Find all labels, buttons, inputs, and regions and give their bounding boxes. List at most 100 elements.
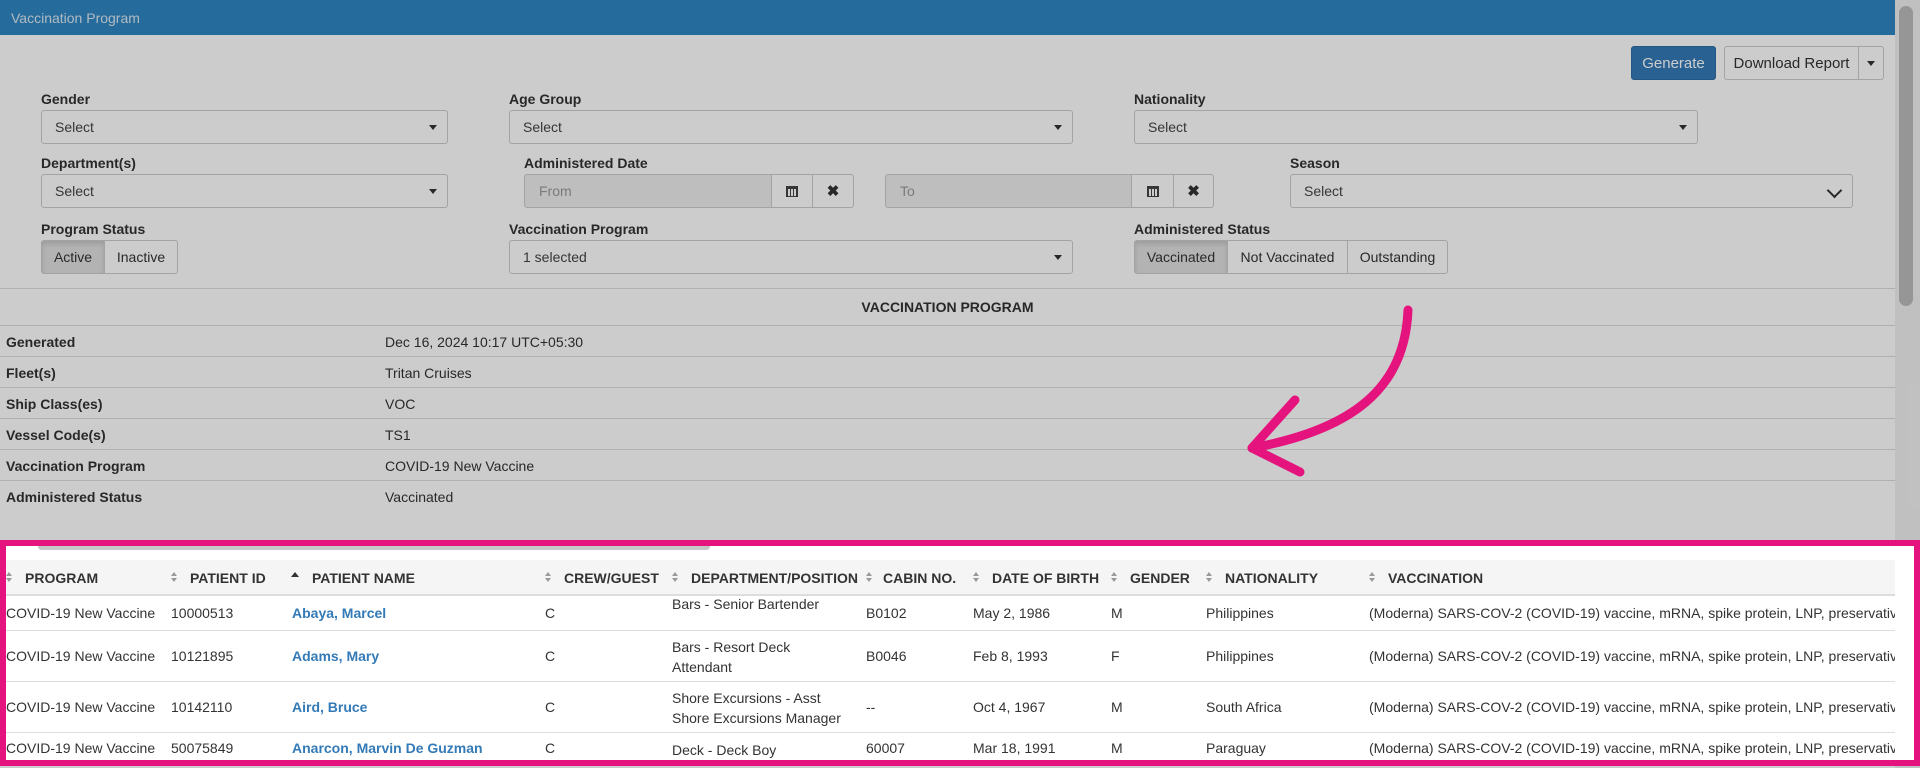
calendar-icon [1146, 185, 1159, 197]
table-row: COVID-19 New Vaccine 50075849 Anarcon, Mar… [6, 733, 1895, 760]
administered-status-not-vaccinated[interactable]: Not Vaccinated [1227, 240, 1348, 274]
date-from-clear-button[interactable]: ✖ [812, 174, 854, 208]
date-to-calendar-button[interactable] [1131, 174, 1174, 208]
info-value: COVID-19 New Vaccine [385, 458, 535, 474]
info-row: Administered Status Vaccinated [0, 480, 1895, 511]
caret-down-icon [429, 189, 437, 194]
administered-status-label: Administered Status [1134, 221, 1271, 237]
sort-icon[interactable] [545, 572, 551, 583]
table-row: COVID-19 New Vaccine 10000513 Abaya, Marce… [6, 596, 1895, 631]
column-header-nationality[interactable]: NATIONALITY [1225, 570, 1318, 586]
cell-nationality: Paraguay [1206, 740, 1266, 756]
info-row: Vaccination Program COVID-19 New Vaccine [0, 449, 1895, 480]
date-to-clear-button[interactable]: ✖ [1173, 174, 1214, 208]
season-select[interactable]: Select [1290, 174, 1853, 208]
scrollbar-thumb[interactable] [38, 546, 710, 550]
cell-program: COVID-19 New Vaccine [6, 699, 156, 715]
vaccination-program-select-value: 1 selected [523, 249, 587, 265]
cell-nationality: Philippines [1206, 605, 1274, 621]
cell-patient-name: Abaya, Marcel [292, 605, 386, 621]
scrollbar-thumb[interactable] [1899, 6, 1913, 306]
info-value: Tritan Cruises [385, 365, 472, 381]
cell-gender: M [1111, 740, 1123, 756]
column-header-program[interactable]: PROGRAM [25, 570, 98, 586]
highlight-box: PROGRAM PATIENT ID PATIENT NAME CREW/GUE… [0, 540, 1920, 766]
info-label: Ship Class(es) [6, 396, 103, 412]
calendar-icon [786, 185, 798, 197]
cell-vaccination: (Moderna) SARS-COV-2 (COVID-19) vaccine,… [1369, 740, 1895, 756]
cell-dob: May 2, 1986 [973, 605, 1051, 621]
info-label: Vessel Code(s) [6, 427, 106, 443]
title-bar: Vaccination Program [0, 0, 1895, 35]
administered-status-vaccinated[interactable]: Vaccinated [1134, 240, 1228, 274]
program-status-active[interactable]: Active [41, 240, 105, 274]
column-header-dob[interactable]: DATE OF BIRTH [992, 570, 1099, 586]
date-from-input[interactable]: From [524, 174, 772, 208]
column-header-cabin[interactable]: CABIN NO. [883, 570, 956, 586]
vaccination-program-select[interactable]: 1 selected [509, 240, 1073, 274]
cell-gender: M [1111, 699, 1123, 715]
date-to-input[interactable]: To [885, 174, 1132, 208]
cell-dob: Mar 18, 1991 [973, 740, 1056, 756]
administered-status-outstanding[interactable]: Outstanding [1347, 240, 1448, 274]
patient-name-link[interactable]: Adams, Mary [292, 648, 379, 664]
gender-select[interactable]: Select [41, 110, 448, 144]
departments-select[interactable]: Select [41, 174, 448, 208]
cell-vaccination: (Moderna) SARS-COV-2 (COVID-19) vaccine,… [1369, 605, 1895, 621]
gender-select-value: Select [55, 119, 94, 135]
close-icon: ✖ [826, 183, 840, 200]
cell-patient-name: Aird, Bruce [292, 699, 367, 715]
departments-select-value: Select [55, 183, 94, 199]
sort-ascending-icon[interactable] [291, 572, 299, 577]
cell-cabin: B0046 [866, 648, 907, 664]
date-from-placeholder: From [539, 183, 572, 199]
sort-icon[interactable] [171, 572, 177, 583]
caret-down-icon [1054, 255, 1062, 260]
caret-down-icon [429, 125, 437, 130]
nationality-select[interactable]: Select [1134, 110, 1698, 144]
column-header-patient-id[interactable]: PATIENT ID [190, 570, 266, 586]
table-row: COVID-19 New Vaccine 10121895 Adams, Mary C… [6, 631, 1895, 682]
cell-gender: M [1111, 605, 1123, 621]
patient-name-link[interactable]: Abaya, Marcel [292, 605, 386, 621]
sort-icon[interactable] [866, 572, 872, 583]
column-header-department[interactable]: DEPARTMENT/POSITION [691, 570, 858, 586]
cell-cabin: B0102 [866, 605, 907, 621]
sort-icon[interactable] [1369, 572, 1375, 583]
date-from-calendar-button[interactable] [771, 174, 813, 208]
cell-vaccination: (Moderna) SARS-COV-2 (COVID-19) vaccine,… [1369, 699, 1895, 715]
info-row: Generated Dec 16, 2024 10:17 UTC+05:30 [0, 325, 1895, 356]
cell-cabin: 60007 [866, 740, 905, 756]
cell-gender: F [1111, 648, 1120, 664]
info-label: Vaccination Program [6, 458, 146, 474]
column-header-crew-guest[interactable]: CREW/GUEST [564, 570, 659, 586]
age-group-select-value: Select [523, 119, 562, 135]
age-group-label: Age Group [509, 91, 582, 107]
nationality-label: Nationality [1134, 91, 1206, 107]
info-value: TS1 [385, 427, 411, 443]
annotation-arrow [1247, 305, 1413, 477]
sort-icon[interactable] [1206, 572, 1212, 583]
column-header-vaccination[interactable]: VACCINATION [1388, 570, 1483, 586]
column-header-patient-name[interactable]: PATIENT NAME [312, 570, 415, 586]
cell-program: COVID-19 New Vaccine [6, 740, 156, 756]
column-header-gender[interactable]: GENDER [1130, 570, 1190, 586]
sort-icon[interactable] [672, 572, 678, 583]
info-value: Vaccinated [385, 489, 454, 505]
chevron-down-icon [1826, 182, 1843, 199]
sort-icon[interactable] [973, 572, 979, 583]
patient-name-link[interactable]: Anarcon, Marvin De Guzman [292, 740, 483, 756]
sort-icon[interactable] [1111, 572, 1117, 583]
horizontal-scrollbar[interactable] [6, 546, 1895, 551]
generate-button[interactable]: Generate [1631, 46, 1716, 80]
cell-patient-id: 10121895 [171, 648, 234, 664]
info-row: Fleet(s) Tritan Cruises [0, 356, 1895, 387]
info-label: Fleet(s) [6, 365, 56, 381]
download-report-dropdown-button[interactable] [1858, 46, 1884, 80]
age-group-select[interactable]: Select [509, 110, 1073, 144]
patient-name-link[interactable]: Aird, Bruce [292, 699, 367, 715]
program-status-inactive[interactable]: Inactive [104, 240, 178, 274]
sort-icon[interactable] [6, 572, 12, 583]
download-report-button[interactable]: Download Report [1724, 46, 1859, 80]
table-row: COVID-19 New Vaccine 10142110 Aird, Bruce C… [6, 682, 1895, 733]
